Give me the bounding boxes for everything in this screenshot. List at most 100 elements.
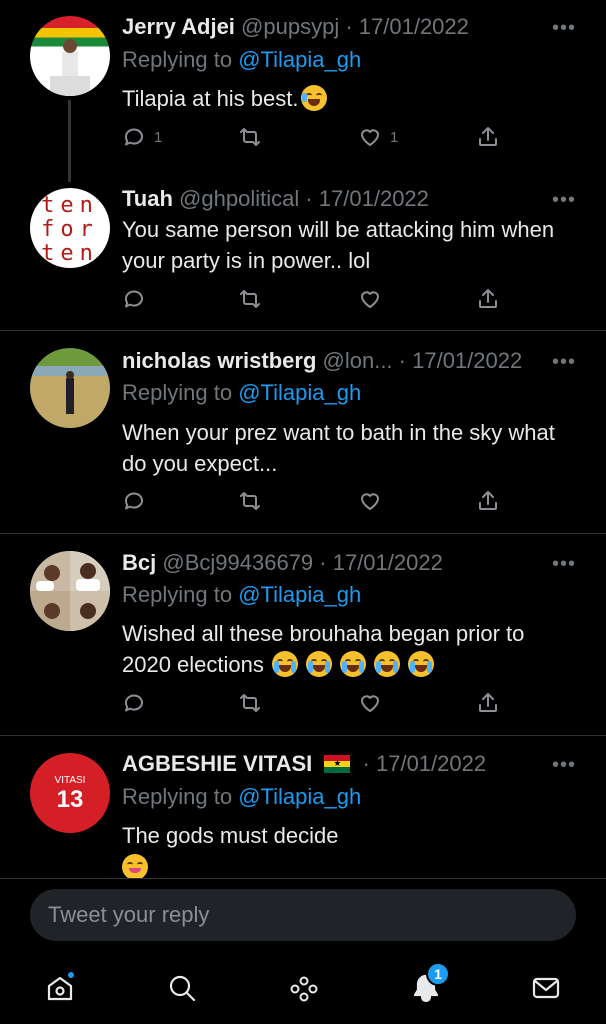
author-handle[interactable]: @Bcj99436679	[162, 550, 313, 575]
like-button[interactable]: 1	[358, 122, 398, 152]
like-button[interactable]	[358, 284, 382, 314]
crying-emoji-icon	[374, 651, 401, 677]
heart-icon	[361, 493, 379, 510]
author-name[interactable]: nicholas wristberg	[122, 348, 316, 373]
tweet-2[interactable]: ten for ten Tuah @ghpolitical · 17/01/20…	[0, 178, 606, 330]
share-button[interactable]	[476, 122, 500, 152]
tweet-date[interactable]: · 17/01/2022	[363, 751, 487, 776]
share-icon	[479, 127, 497, 146]
author-name[interactable]: Bcj	[122, 550, 156, 575]
nav-home[interactable]	[40, 968, 80, 1008]
share-icon	[479, 491, 497, 510]
tweet-text: Tilapia at his best.	[122, 83, 562, 114]
crying-emoji-icon	[272, 651, 299, 677]
tweet-actions	[122, 284, 502, 314]
nav-spaces[interactable]	[284, 968, 324, 1008]
reply-compose[interactable]	[30, 889, 576, 941]
spaces-icon	[290, 976, 318, 1002]
mail-icon	[532, 977, 560, 999]
avatar-photo	[30, 366, 110, 414]
mention-link[interactable]: @Tilapia_gh	[238, 784, 361, 809]
replying-to-label: Replying to	[122, 582, 233, 607]
thread-line	[68, 100, 71, 182]
avatar-text-2: for	[41, 217, 99, 242]
tweet-text: When your prez want to bath in the sky w…	[122, 420, 555, 476]
share-button[interactable]	[476, 284, 500, 314]
author-name[interactable]: AGBESHIE VITASI	[122, 751, 312, 776]
more-options-icon[interactable]: •••	[552, 755, 576, 775]
retweet-button[interactable]	[238, 284, 262, 314]
crying-emoji-icon	[340, 651, 367, 677]
reply-button[interactable]	[122, 688, 146, 718]
avatar-text-3: ten	[41, 241, 99, 266]
tweet-actions	[122, 486, 502, 516]
avatar-text-1: ten	[41, 193, 99, 218]
retweet-button[interactable]	[238, 688, 262, 718]
author-handle[interactable]: @ghpolitical	[179, 186, 299, 211]
reply-icon	[124, 492, 143, 510]
author-name[interactable]: Tuah	[122, 186, 173, 211]
tweet-date[interactable]: · 17/01/2022	[305, 186, 429, 211]
mention-link[interactable]: @Tilapia_gh	[238, 582, 361, 607]
retweet-button[interactable]	[238, 122, 262, 152]
reply-button[interactable]	[122, 284, 146, 314]
tweet-4[interactable]: Bcj @Bcj99436679 · 17/01/2022 ••• Replyi…	[0, 534, 606, 735]
bottom-navigation: 1	[0, 950, 606, 1024]
more-options-icon[interactable]: •••	[552, 190, 576, 210]
tweet-3[interactable]: nicholas wristberg @lon... · 17/01/2022 …	[0, 331, 606, 533]
reply-count: 1	[154, 128, 163, 146]
reply-button[interactable]: 1	[122, 122, 162, 152]
avatar-number: 13	[56, 786, 84, 813]
reply-button[interactable]	[122, 486, 146, 516]
more-options-icon[interactable]: •••	[552, 554, 576, 574]
more-options-icon[interactable]: •••	[552, 18, 576, 38]
crying-emoji-icon	[306, 651, 333, 677]
divider	[0, 878, 606, 879]
nav-notifications[interactable]: 1	[406, 962, 450, 1008]
retweet-button[interactable]	[238, 486, 262, 516]
avatar[interactable]: VITASI 13	[30, 753, 110, 833]
tweet-date[interactable]: · 17/01/2022	[345, 14, 469, 39]
author-name[interactable]: Jerry Adjei	[122, 14, 235, 39]
more-options-icon[interactable]: •••	[552, 352, 576, 372]
avatar[interactable]	[30, 348, 110, 428]
replying-to-label: Replying to	[122, 47, 233, 72]
ghana-flag-icon: ★	[324, 755, 351, 773]
share-button[interactable]	[476, 688, 500, 718]
share-icon	[479, 289, 497, 308]
retweet-icon	[240, 290, 260, 308]
tweet-header: Bcj @Bcj99436679 · 17/01/2022	[122, 550, 443, 576]
like-button[interactable]	[358, 486, 382, 516]
like-button[interactable]	[358, 688, 382, 718]
mention-link[interactable]: @Tilapia_gh	[238, 380, 361, 405]
retweet-icon	[240, 492, 260, 510]
replying-to: Replying to @Tilapia_gh	[122, 784, 361, 810]
tweet-actions	[122, 688, 502, 718]
reply-input[interactable]	[48, 889, 548, 941]
tweet-5[interactable]: VITASI 13 AGBESHIE VITASI ★ · 17/01/2022…	[0, 736, 606, 878]
avatar-label: VITASI	[54, 775, 86, 786]
tweet-header: Jerry Adjei @pupsypj · 17/01/2022	[122, 14, 469, 40]
replying-to: Replying to @Tilapia_gh	[122, 47, 361, 73]
reply-icon	[124, 128, 143, 146]
tweet-text: The gods must decide	[122, 823, 339, 848]
author-handle[interactable]: @lon...	[323, 348, 393, 373]
crying-emoji-icon	[408, 651, 435, 677]
nav-messages[interactable]	[526, 968, 566, 1008]
tweet-header: nicholas wristberg @lon... · 17/01/2022	[122, 348, 522, 374]
new-content-dot	[66, 970, 76, 980]
avatar[interactable]: ten for ten	[30, 188, 110, 268]
author-handle[interactable]: @pupsypj	[241, 14, 339, 39]
tweet-1[interactable]: Jerry Adjei @pupsypj · 17/01/2022 ••• Re…	[0, 0, 606, 182]
yum-emoji-icon	[122, 854, 148, 878]
tweet-date[interactable]: · 17/01/2022	[319, 550, 443, 575]
replying-to-label: Replying to	[122, 380, 233, 405]
avatar[interactable]	[30, 551, 110, 631]
tweet-date[interactable]: · 17/01/2022	[399, 348, 523, 373]
nav-search[interactable]	[162, 968, 202, 1008]
avatar[interactable]	[30, 16, 110, 96]
retweet-icon	[240, 694, 260, 712]
mention-link[interactable]: @Tilapia_gh	[238, 47, 361, 72]
share-button[interactable]	[476, 486, 500, 516]
heart-icon	[361, 695, 379, 712]
